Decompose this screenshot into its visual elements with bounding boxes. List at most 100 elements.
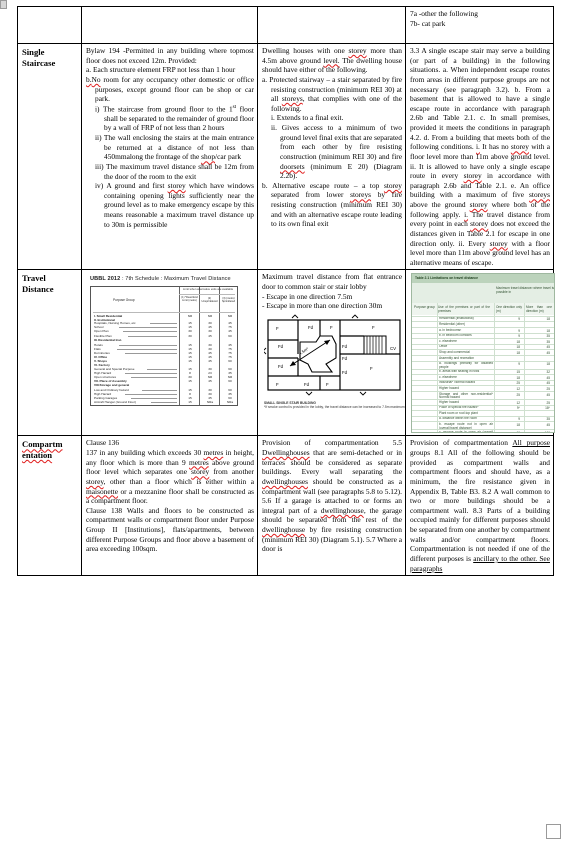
ubbl-leader-dots (149, 323, 177, 324)
page-corner-marker (546, 824, 561, 839)
svg-text:Fd: Fd (304, 382, 310, 387)
adb-row-divider (412, 338, 554, 340)
ubbl-leader-dots (122, 331, 177, 332)
ubbl-head-span: Limit when alternative exits are availab… (183, 287, 234, 292)
ubbl-row-value: 60 (228, 333, 232, 338)
ubbl-row-label: VIII.Storage and general (94, 383, 130, 388)
adb-row-divider (412, 343, 554, 345)
floor-plan-figure: 4.5m* F Fd F F Fd Fd Fd Fd Fd Fd F F F C… (262, 314, 406, 411)
svg-text:F: F (276, 382, 279, 387)
adb-row-divider (412, 327, 554, 329)
adb-row-divider (412, 404, 554, 406)
list-item: iii) The maximum travel distance shall b… (95, 161, 254, 181)
cell-dwelling-compartmentation: Provision of compartmentation 5.5 Dwelli… (257, 435, 406, 577)
list-marker: ii. (271, 123, 277, 132)
cell-adb-single-staircase: 3.3 A single escape stair may serve a bu… (405, 42, 554, 271)
adb-single-staircase-text: 3.3 A single escape stair may serve a bu… (410, 46, 550, 267)
svg-text:Fd: Fd (342, 344, 348, 349)
ubbl-row-value: 45 (208, 358, 212, 363)
ubbl-leader-dots (130, 376, 177, 378)
scrollbar-artifact[interactable] (0, 0, 7, 9)
adb-row-divider (412, 355, 554, 357)
row-header-compartmentation: Compartm entation (17, 435, 82, 577)
ubbl-row-value: 15 (188, 358, 192, 363)
ubbl-head-col1: Purpose Group (113, 297, 135, 302)
adb-title: Table 2.1 Limitations on travel distance (415, 276, 479, 281)
adb-row-divider (412, 391, 554, 393)
adb-row-value: 25 (516, 392, 520, 397)
ubbl-row-value: 45 (208, 378, 212, 383)
list-item: - Escape in one direction 7.5m (262, 291, 353, 301)
list-marker: i. (271, 113, 275, 123)
ubbl-leader-dots (128, 335, 177, 337)
ubbl-row-value: 30 (228, 403, 232, 406)
svg-text:Fd: Fd (278, 364, 284, 369)
adb-row-divider (412, 421, 554, 423)
ubbl-title-bold: UBBL 2012 (90, 276, 121, 283)
ubbl-row-label: VI. Factory (94, 362, 110, 367)
ubbl-head-col2: (1) *Dead End Limit (metre) (181, 295, 198, 302)
ubbl-leader-dots (125, 352, 177, 354)
floor-plan-svg: 4.5m* F Fd F F Fd Fd Fd Fd Fd Fd F F F C… (262, 314, 401, 396)
svg-text:Fd: Fd (308, 325, 314, 330)
ubbl-leader-dots (125, 373, 177, 374)
adb-row-divider (412, 410, 554, 412)
ubbl-row-label: Open Plan (94, 329, 109, 334)
adb-row-divider (412, 321, 554, 323)
adb-row-divider (412, 379, 554, 381)
list-marker-b: b.No (86, 74, 101, 84)
cell-adb: 7a -other the following 7b- cat park (405, 6, 554, 44)
ubbl-row-value: 15 (188, 378, 192, 383)
adb-row-divider (412, 385, 554, 387)
ubbl-schedule-figure: UBBL 2012 : 7th Schedule : Maximum Trave… (90, 276, 250, 406)
ubbl-intro: Bylaw 194 -Permitted in any building whe… (86, 46, 254, 65)
ubbl-leader-dots (125, 393, 177, 395)
list-text: Escape in more than one direction 30m (266, 301, 383, 311)
table-row: 7a -other the following 7b- cat park (17, 6, 554, 44)
list-item: iv) A ground and first storey which have… (95, 181, 254, 229)
table-row-single-staircase: Single Staircase Bylaw 194 -Permitted in… (17, 42, 554, 271)
list-item: ii) The wall enclosing the stairs at the… (95, 133, 254, 162)
list-item: a. Protected stairway – a stair separate… (262, 74, 402, 113)
adb-row-label: c. escape route in open air (overall tra… (439, 429, 493, 434)
ubbl-leader-dots (141, 390, 177, 391)
list-marker: i) (95, 104, 100, 114)
list-marker: b. (262, 180, 268, 190)
adb-row-divider (412, 315, 554, 317)
adb-row-value: 45 (546, 392, 550, 397)
ubbl-row-value: 60 (228, 358, 232, 363)
ubbl-clause-137: 137 in any building which exceeds 30 met… (86, 448, 255, 506)
adb-row-value: 18 (546, 362, 550, 367)
list-item: i. Extends to a final exit. (271, 113, 344, 123)
comparison-table: 7a -other the following 7b- cat park Sin… (17, 6, 555, 577)
dwelling-compartmentation-text: Provision of compartmentation 5.5 Dwelli… (262, 438, 403, 554)
list-item: ii. Gives access to a minimum of two gro… (271, 123, 402, 181)
list-marker: ii) (95, 133, 102, 143)
ubbl-leader-dots (117, 348, 177, 350)
list-item: - Escape in more than one direction 30m (262, 301, 383, 311)
document-page: 7a -other the following 7b- cat park Sin… (0, 0, 567, 846)
cell-adb-compartmentation: Provision of compartmentation All purpos… (405, 435, 554, 577)
svg-text:Fd: Fd (278, 344, 284, 349)
floor-plan-caption-title: SMALL SINGLE STAIR BUILDING (264, 400, 316, 405)
cell-ubbl-single-staircase: Bylaw 194 -Permitted in any building whe… (81, 42, 258, 271)
ubbl-row-value: 15 (188, 403, 192, 406)
cell-ubbl-compartmentation: Clause 136 137 in any building which exc… (81, 435, 258, 577)
adb-table21-image: Table 2.1 Limitations on travel distance… (411, 273, 555, 434)
svg-text:Fd: Fd (342, 356, 348, 361)
list-marker: a. (86, 65, 92, 75)
ubbl-title-rest: : 7th Schedule : Maximum Travel Distance (120, 276, 231, 283)
svg-text:F: F (330, 325, 333, 330)
svg-text:Fd: Fd (342, 370, 348, 375)
adb-row-value: 45 (546, 422, 550, 427)
dwelling-intro: Dwelling houses with one storey more tha… (262, 46, 403, 75)
svg-text:F: F (276, 326, 279, 331)
svg-text:F: F (372, 325, 375, 330)
adb-head-col3: One direction only (m) (496, 305, 522, 314)
svg-text:CV: CV (390, 346, 396, 351)
floor-plan-caption-note: *If smoke control is provided in the lob… (264, 405, 405, 410)
ubbl-row-value: 23 (208, 403, 212, 406)
adb-head-col1: Purpose group (414, 305, 435, 310)
ubbl-schedule-title: UBBL 2012 : 7th Schedule : Maximum Trave… (90, 276, 250, 283)
ubbl-row-value: 45 (228, 329, 232, 334)
